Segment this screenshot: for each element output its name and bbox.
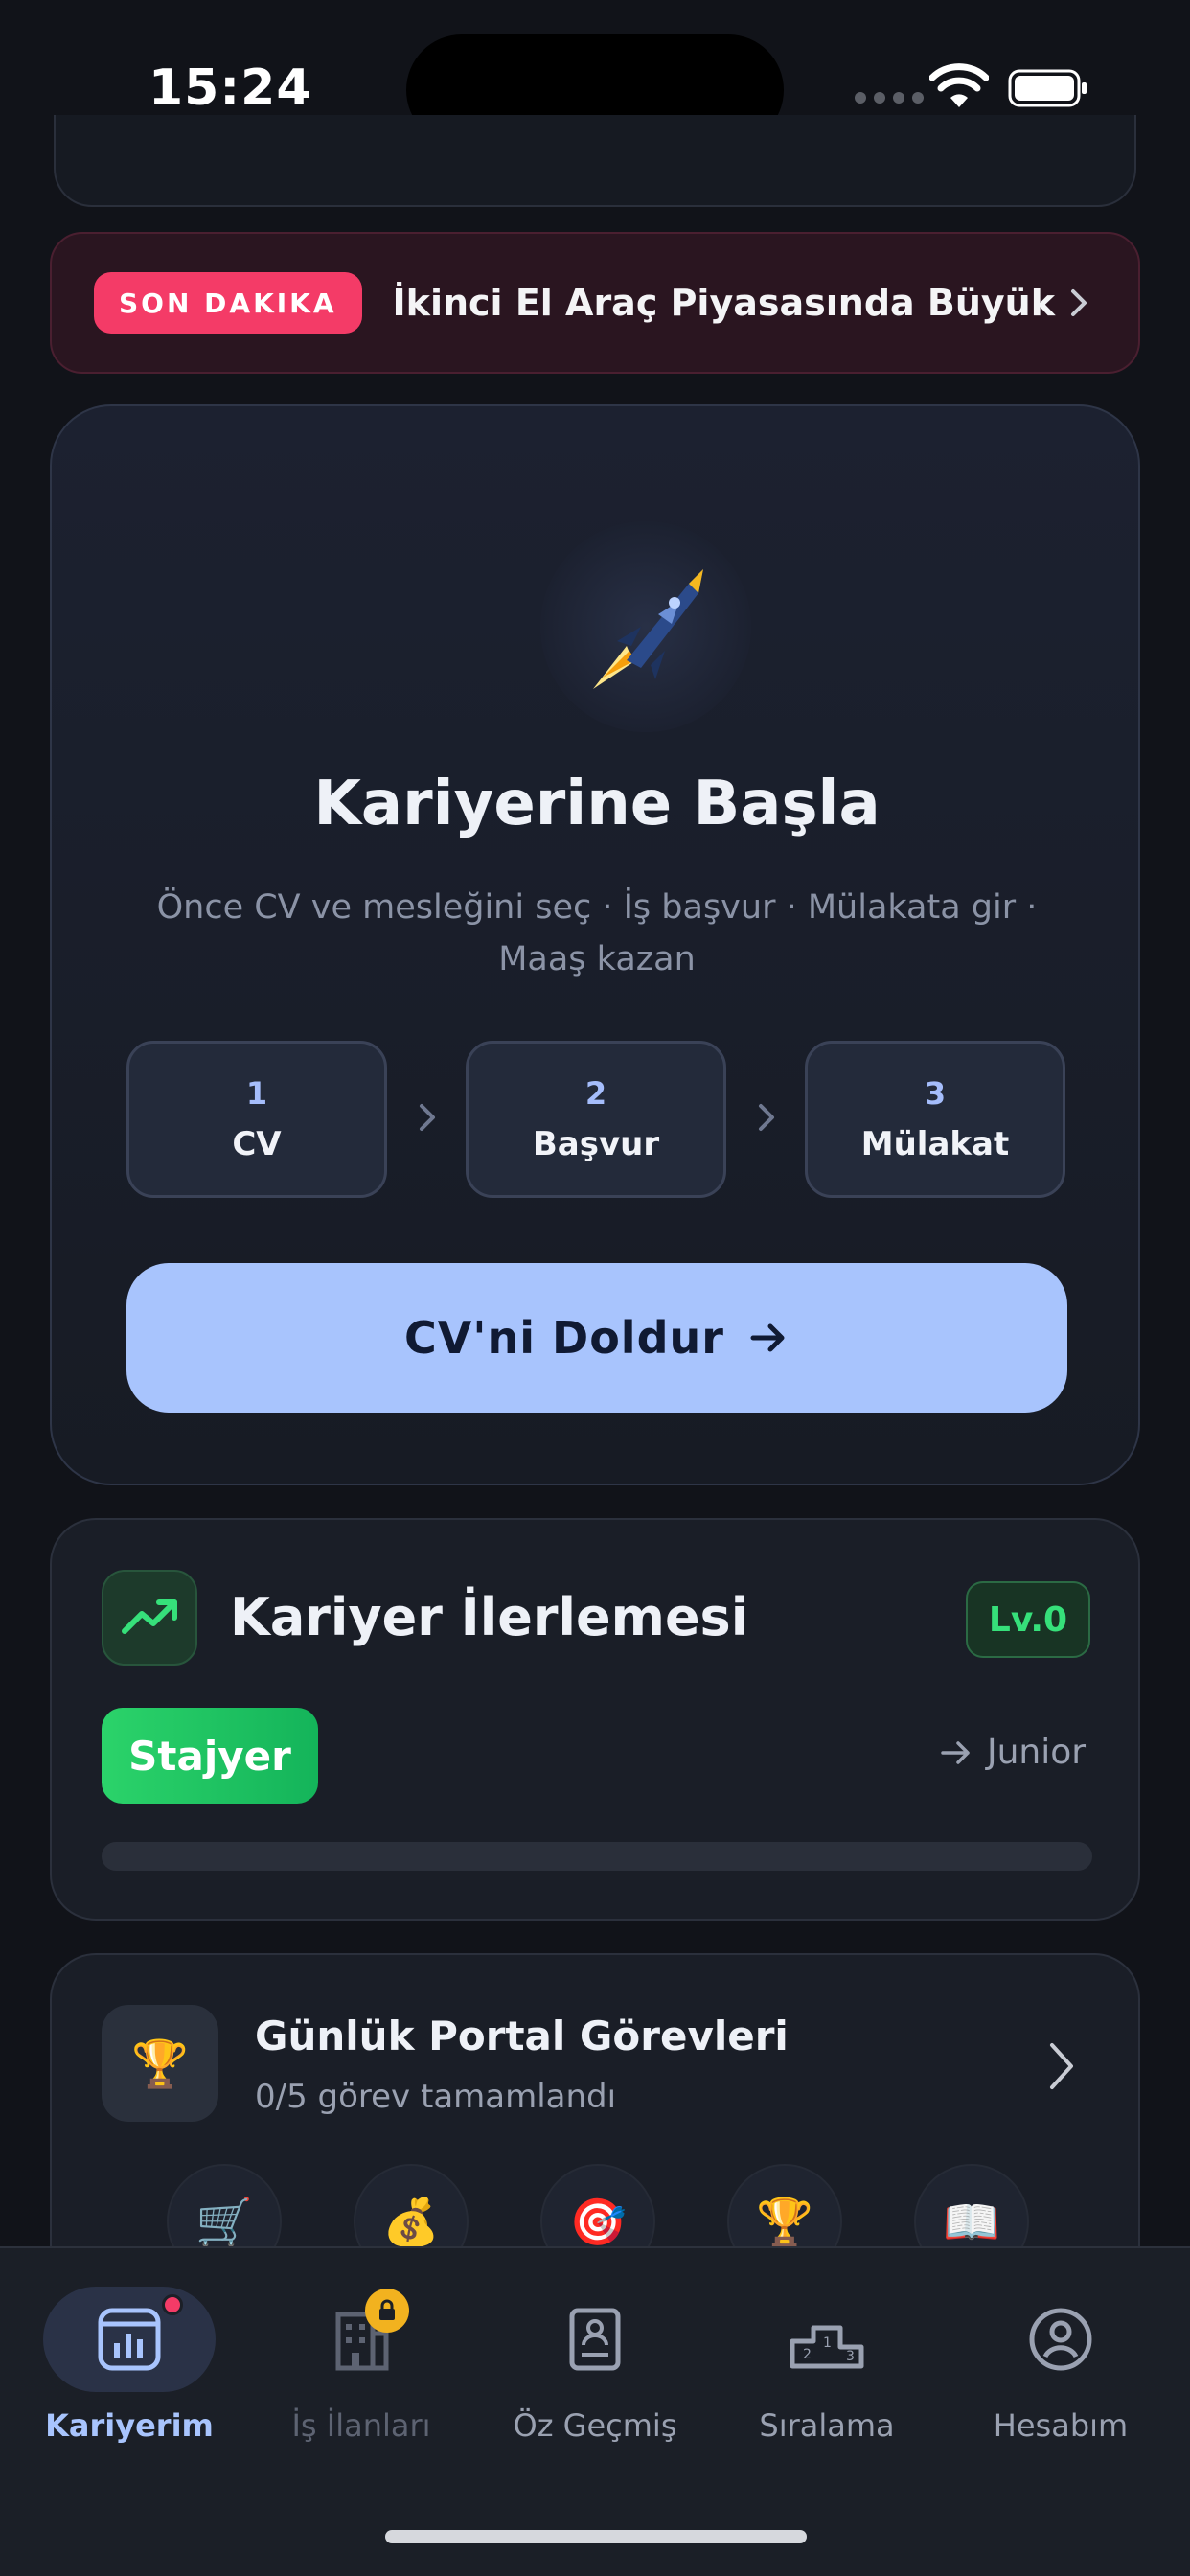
step-number: 2 <box>584 1075 607 1112</box>
career-progress-card[interactable]: Kariyer İlerlemesi Lv.0 Stajyer Junior <box>50 1518 1140 1920</box>
svg-text:2: 2 <box>803 2347 812 2362</box>
nav-label: Öz Geçmiş <box>513 2407 677 2444</box>
trophy-icon: 🏆 <box>102 2005 218 2122</box>
nav-item-oz-gecmis[interactable]: Öz Geçmiş <box>480 2287 710 2444</box>
current-rank-badge: Stajyer <box>102 1708 318 1804</box>
news-headline: İkinci El Araç Piyasasında Büyük ... <box>392 282 1062 324</box>
nav-item-hesabim[interactable]: Hesabım <box>946 2287 1176 2444</box>
progress-title: Kariyer İlerlemesi <box>230 1587 749 1647</box>
arrow-right-icon <box>941 1740 970 1764</box>
next-rank: Junior <box>939 1733 1086 1772</box>
start-subtitle: Önce CV ve mesleğini seç · İş başvur · M… <box>156 888 1038 978</box>
nav-label: Hesabım <box>993 2407 1129 2444</box>
nav-item-siralama[interactable]: 2 1 3 Sıralama <box>712 2287 942 2444</box>
chart-icon <box>98 2308 161 2371</box>
wifi-icon <box>929 63 989 107</box>
nav-label: İş İlanları <box>291 2407 431 2444</box>
bottom-nav: Kariyerim İş İlanları Öz Geçmiş 2 1 3 Sı… <box>0 2246 1190 2576</box>
nav-label: Kariyerim <box>45 2407 214 2444</box>
fill-cv-button[interactable]: CV'ni Doldur <box>126 1263 1067 1413</box>
step-cv: 1 CV <box>126 1041 387 1198</box>
chevron-right-icon <box>1071 289 1087 316</box>
step-label: Başvur <box>532 1125 660 1163</box>
nav-item-is-ilanlari[interactable]: İş İlanları <box>246 2287 476 2444</box>
chevron-right-icon <box>1050 2043 1073 2089</box>
cellular-signal-icon <box>855 92 924 104</box>
level-badge: Lv.0 <box>966 1581 1090 1658</box>
breaking-news-badge: SON DAKIKA <box>94 272 362 334</box>
tasks-subtitle: 0/5 görev tamamlandı <box>255 2078 617 2116</box>
fill-cv-label: CV'ni Doldur <box>404 1312 724 1364</box>
step-number: 3 <box>924 1075 947 1112</box>
nav-label: Sıralama <box>759 2407 895 2444</box>
podium-icon: 2 1 3 <box>790 2325 864 2369</box>
home-indicator[interactable] <box>385 2530 807 2543</box>
start-career-card: Kariyerine Başla Önce CV ve mesleğini se… <box>50 404 1140 1485</box>
battery-icon <box>1008 69 1087 107</box>
step-number: 1 <box>245 1075 268 1112</box>
svg-text:3: 3 <box>846 2349 855 2364</box>
next-rank-label: Junior <box>987 1733 1087 1772</box>
resume-icon <box>569 2308 621 2371</box>
step-interview: 3 Mülakat <box>805 1041 1065 1198</box>
arrow-right-icon <box>750 1323 785 1352</box>
tasks-title: Günlük Portal Görevleri <box>255 2012 789 2059</box>
start-title: Kariyerine Başla <box>313 769 881 840</box>
step-label: Mülakat <box>860 1125 1010 1163</box>
previous-card <box>54 115 1136 207</box>
chevron-right-icon <box>759 1104 774 1131</box>
step-apply: 2 Başvur <box>466 1041 726 1198</box>
notification-dot <box>162 2294 183 2315</box>
chevron-right-icon <box>420 1104 435 1131</box>
user-icon <box>1029 2308 1092 2371</box>
svg-text:1: 1 <box>823 2335 832 2351</box>
progress-bar <box>102 1842 1092 1871</box>
nav-item-kariyerim[interactable]: Kariyerim <box>14 2287 244 2444</box>
rocket-icon <box>540 521 751 732</box>
trending-up-icon <box>102 1570 197 1666</box>
step-label: CV <box>232 1125 282 1163</box>
lock-icon <box>365 2288 409 2333</box>
status-time: 15:24 <box>149 59 312 117</box>
breaking-news-banner[interactable]: SON DAKIKA İkinci El Araç Piyasasında Bü… <box>50 232 1140 374</box>
